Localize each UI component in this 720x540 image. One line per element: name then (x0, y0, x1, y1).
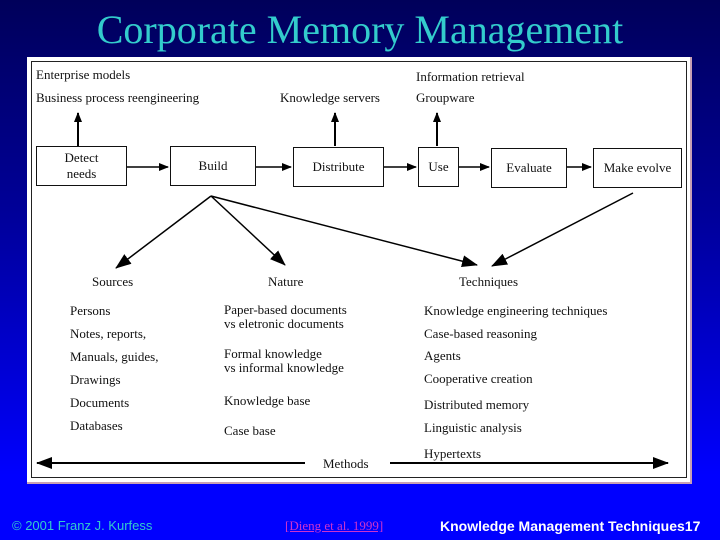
label-groupware: Groupware (416, 90, 475, 105)
arrow-makeevolve-techniques (491, 192, 634, 267)
nature-item-line: Paper-based documents (224, 302, 347, 317)
footer-copyright: © 2001 Franz J. Kurfess (12, 518, 153, 533)
distribute-label: Distribute (312, 159, 365, 174)
techniques-item: Distributed memory (424, 397, 530, 412)
nature-item: Case base (224, 423, 276, 438)
page-number: 17 (684, 518, 701, 534)
label-enterprise-models: Enterprise models (36, 67, 131, 82)
process-box-make-evolve: Make evolve (593, 148, 682, 188)
nature-item: Formal knowledge vs informal knowledge (224, 347, 344, 375)
sources-item: Documents (70, 395, 130, 410)
process-box-use: Use (418, 147, 459, 187)
arrow-build-techniques (210, 195, 478, 268)
build-label: Build (198, 158, 228, 173)
techniques-item: Linguistic analysis (424, 420, 522, 435)
nature-item-line: vs eletronic documents (224, 316, 344, 331)
use-label: Use (428, 159, 449, 174)
sources-item: Drawings (70, 372, 121, 387)
heading-sources: Sources (92, 274, 134, 289)
techniques-item: Case-based reasoning (424, 326, 537, 341)
detect-line-2: needs (66, 166, 97, 181)
methods-label: Methods (323, 456, 369, 471)
nature-item-line: Formal knowledge (224, 346, 322, 361)
process-box-evaluate: Evaluate (491, 148, 567, 188)
sources-item: Persons (70, 303, 111, 318)
techniques-item: Knowledge engineering techniques (424, 303, 608, 318)
heading-techniques: Techniques (459, 274, 519, 289)
techniques-item: Agents (424, 348, 461, 363)
sources-item: Notes, reports, (70, 326, 147, 341)
label-information-retrieval: Information retrieval (416, 69, 525, 84)
process-box-distribute: Distribute (293, 147, 384, 187)
sources-item: Manuals, guides, (70, 349, 159, 364)
techniques-item: Hypertexts (424, 446, 482, 461)
process-box-detect-needs: Detect needs (36, 146, 127, 186)
sources-item: Databases (70, 418, 123, 433)
process-box-build: Build (170, 146, 256, 186)
arrow-build-sources (115, 195, 212, 269)
nature-item: Knowledge base (224, 393, 311, 408)
course-title: Knowledge Management Techniques (440, 518, 685, 534)
heading-nature: Nature (268, 274, 304, 289)
nature-item: Paper-based documents vs eletronic docum… (224, 303, 347, 331)
label-knowledge-servers: Knowledge servers (280, 90, 380, 105)
techniques-item: Cooperative creation (424, 371, 533, 386)
footer-course-label: Knowledge Management Techniques17 (440, 518, 700, 534)
make-evolve-label: Make evolve (603, 160, 672, 175)
detect-line-1: Detect (64, 150, 99, 165)
evaluate-label: Evaluate (506, 160, 552, 175)
footer-citation-link[interactable]: [Dieng et al. 1999] (285, 518, 383, 534)
nature-item-line: vs informal knowledge (224, 360, 344, 375)
label-business-process-reengineering: Business process reengineering (36, 90, 200, 105)
